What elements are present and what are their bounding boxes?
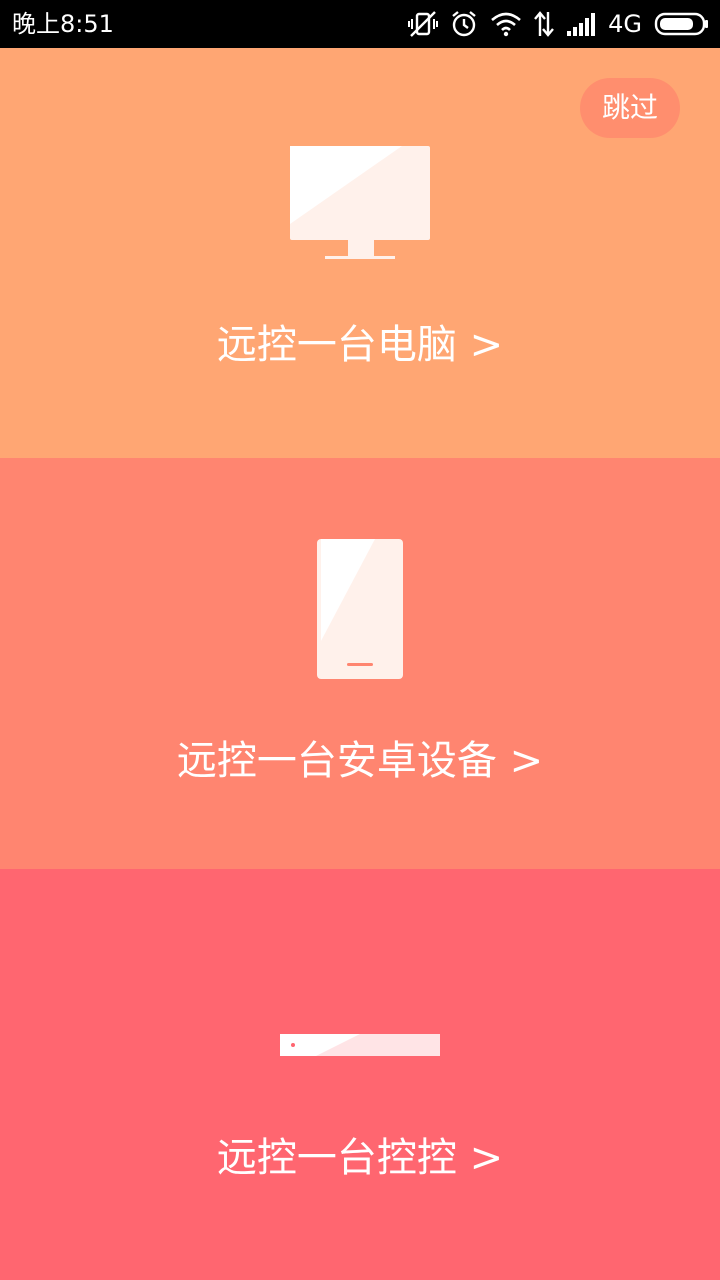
remote-kongkong-option[interactable]: 远控一台控控 > [0, 869, 720, 1280]
status-bar: 晚上8:51 4G [0, 0, 720, 48]
remote-android-option[interactable]: 远控一台安卓设备 > [0, 458, 720, 869]
status-icons: 4G [408, 8, 710, 40]
remote-computer-label: 远控一台电脑 > [216, 322, 504, 368]
monitor-icon [290, 146, 430, 264]
kongkong-device-icon [280, 1034, 440, 1060]
phone-icon [317, 539, 403, 683]
vibrate-off-icon [408, 10, 439, 38]
battery-icon [654, 11, 710, 37]
signal-icon [566, 11, 596, 37]
alarm-icon [450, 10, 478, 38]
status-time: 晚上8:51 [12, 10, 114, 38]
data-transfer-icon [534, 10, 555, 38]
remote-kongkong-label: 远控一台控控 > [216, 1135, 504, 1181]
remote-android-label: 远控一台安卓设备 > [176, 738, 544, 784]
wifi-icon [490, 11, 522, 37]
skip-button[interactable]: 跳过 [580, 78, 680, 138]
network-type: 4G [608, 10, 642, 38]
